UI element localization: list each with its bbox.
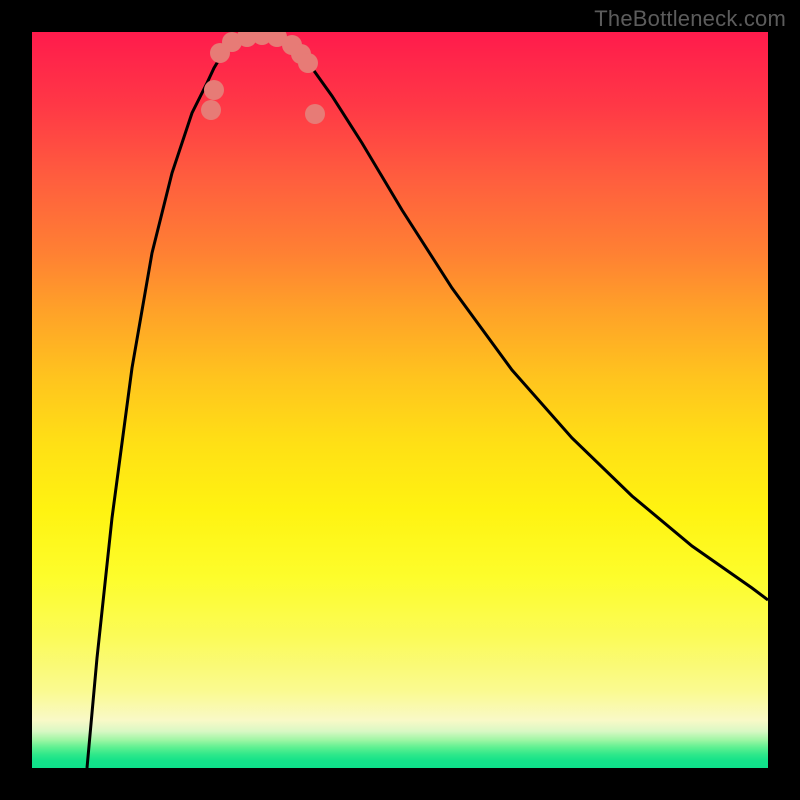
plot-area <box>32 32 768 768</box>
data-marker <box>298 53 318 73</box>
data-markers <box>201 32 325 124</box>
chart-frame: TheBottleneck.com <box>0 0 800 800</box>
curve-layer <box>32 32 768 768</box>
watermark-text: TheBottleneck.com <box>594 6 786 32</box>
data-marker <box>201 100 221 120</box>
bottleneck-curve <box>87 35 768 768</box>
data-marker <box>305 104 325 124</box>
data-marker <box>204 80 224 100</box>
